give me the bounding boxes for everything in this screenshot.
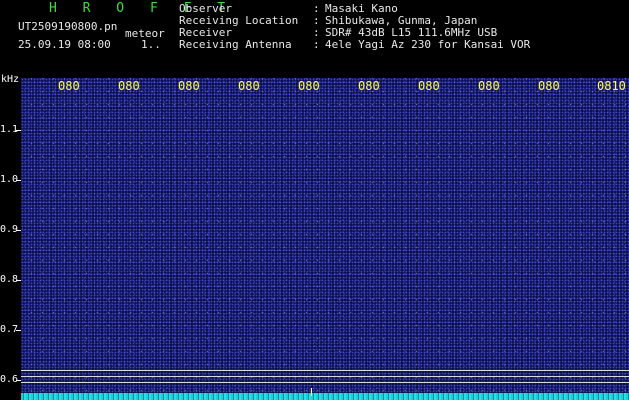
antenna-label: Receiving Antenna [179,38,292,51]
y-tick [16,130,21,131]
file-name: UT2509190800.pn [18,20,118,33]
spectrogram [21,78,629,400]
antenna-row: Receiving Antenna:4ele Yagi Az 230 for K… [179,39,530,51]
signal-spike [311,388,312,396]
time-label: 080 [478,79,500,93]
reference-line [21,382,629,383]
y-tick [16,380,21,381]
time-label: 080 [538,79,560,93]
station-info: Observer: Masaki Kano Receiving Location:… [179,3,530,51]
time-label: 080 [238,79,260,93]
y-tick [16,180,21,181]
time-label: 080 [58,79,80,93]
reference-line [21,370,629,371]
frequency-unit: kHz [1,74,20,85]
time-label: 080 [178,79,200,93]
event-count: 1.. [141,38,161,51]
time-label-end: 0810 [597,79,626,93]
y-tick [16,280,21,281]
date-time: 25.09.19 08:00 [18,38,111,51]
header-panel: H R O F F T UT2509190800.pn meteor 25.09… [0,0,629,78]
time-label: 080 [298,79,320,93]
y-tick [16,330,21,331]
time-label: 080 [418,79,440,93]
y-tick [16,230,21,231]
antenna-value: 4ele Yagi Az 230 for Kansai VOR [325,38,531,51]
reference-line [21,376,629,377]
baseline-band [21,393,629,400]
time-label: 080 [358,79,380,93]
antenna-sep: : [313,38,320,51]
time-label: 080 [118,79,140,93]
